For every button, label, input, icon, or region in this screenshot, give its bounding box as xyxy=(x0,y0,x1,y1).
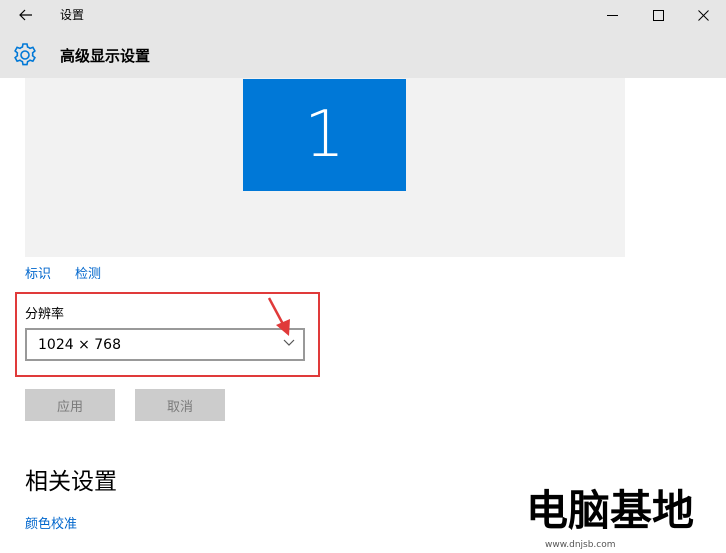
minimize-icon xyxy=(606,14,618,16)
maximize-button[interactable] xyxy=(635,0,681,30)
gear-icon xyxy=(14,43,36,66)
annotation-arrow-icon xyxy=(267,297,290,336)
resolution-value: 1024 × 768 xyxy=(38,337,121,353)
back-button[interactable] xyxy=(8,2,44,28)
watermark-url: www.dnjsb.com xyxy=(545,540,616,550)
resolution-label: 分辨率 xyxy=(25,307,65,322)
maximize-icon xyxy=(652,9,664,21)
page-header: 高级显示设置 xyxy=(0,30,726,78)
chevron-down-icon xyxy=(283,339,295,346)
monitor-1[interactable]: 1 xyxy=(243,79,406,191)
window-title: 设置 xyxy=(60,8,85,22)
title-bar: 设置 xyxy=(0,0,726,30)
back-arrow-icon xyxy=(19,9,32,21)
page-title: 高级显示设置 xyxy=(60,47,151,65)
watermark-logo: 电脑基地 xyxy=(526,486,695,535)
close-button[interactable] xyxy=(680,0,726,30)
minimize-button[interactable] xyxy=(589,0,635,30)
identify-link[interactable]: 标识 xyxy=(25,263,51,282)
related-settings-heading: 相关设置 xyxy=(25,469,117,495)
close-icon xyxy=(697,9,709,21)
apply-button[interactable]: 应用 xyxy=(25,389,115,421)
display-preview-area: 1 xyxy=(25,78,625,257)
color-calibration-link[interactable]: 颜色校准 xyxy=(25,513,77,532)
detect-link[interactable]: 检测 xyxy=(75,263,101,282)
cancel-button[interactable]: 取消 xyxy=(135,389,225,421)
